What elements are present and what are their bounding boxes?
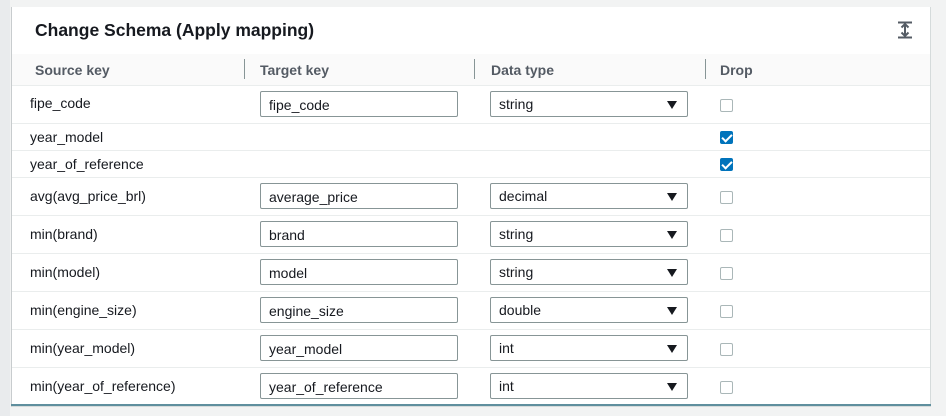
collapse-vertical-icon[interactable] — [897, 21, 913, 39]
target-key-input[interactable]: model — [260, 259, 458, 285]
source-key-cell: fipe_code — [30, 95, 91, 111]
data-type-value: int — [499, 340, 514, 356]
caret-down-icon — [667, 307, 677, 315]
drop-checkbox[interactable] — [720, 267, 733, 280]
column-resizer[interactable] — [244, 59, 245, 79]
panel-title: Change Schema (Apply mapping) — [35, 20, 315, 40]
table-row: avg(avg_price_brl) average_price decimal — [12, 178, 930, 216]
header-source-key: Source key — [35, 62, 110, 78]
table-row: year_of_reference — [12, 151, 930, 178]
data-type-select[interactable]: double — [490, 297, 688, 323]
table-row: min(engine_size) engine_size double — [12, 292, 930, 330]
source-key-cell: avg(avg_price_brl) — [30, 188, 146, 204]
data-type-value: decimal — [499, 188, 548, 204]
data-type-select[interactable]: string — [490, 221, 688, 247]
left-rail — [0, 0, 10, 416]
source-key-cell: min(brand) — [30, 226, 98, 242]
caret-down-icon — [667, 383, 677, 391]
column-resizer[interactable] — [705, 59, 706, 79]
target-key-input[interactable]: year_model — [260, 335, 458, 361]
target-key-input[interactable]: year_of_reference — [260, 373, 458, 399]
drop-checkbox[interactable] — [720, 99, 733, 112]
data-type-value: string — [499, 226, 534, 242]
header-target-key: Target key — [260, 62, 329, 78]
table-header: Source key Target key Data type Drop — [12, 54, 930, 86]
target-key-input[interactable]: fipe_code — [260, 91, 458, 117]
panel-header: Change Schema (Apply mapping) — [12, 7, 930, 55]
source-key-cell: min(year_of_reference) — [30, 378, 176, 394]
drop-checkbox[interactable] — [720, 131, 733, 144]
caret-down-icon — [667, 193, 677, 201]
data-type-select[interactable]: string — [490, 91, 688, 117]
source-key-cell: min(model) — [30, 264, 101, 280]
data-type-select[interactable]: string — [490, 259, 688, 285]
caret-down-icon — [667, 101, 677, 109]
checkmark-icon — [721, 158, 733, 170]
caret-down-icon — [667, 269, 677, 277]
source-key-cell: year_model — [30, 129, 104, 145]
table-row: min(brand) brand string — [12, 216, 930, 254]
table-row: min(model) model string — [12, 254, 930, 292]
drop-checkbox[interactable] — [720, 191, 733, 204]
drop-checkbox[interactable] — [720, 305, 733, 318]
data-type-value: int — [499, 378, 514, 394]
data-type-select[interactable]: int — [490, 373, 688, 399]
drop-checkbox[interactable] — [720, 343, 733, 356]
source-key-cell: year_of_reference — [30, 156, 144, 172]
change-schema-panel: Change Schema (Apply mapping) Source key… — [11, 7, 931, 407]
data-type-select[interactable]: int — [490, 335, 688, 361]
table-row: fipe_code fipe_code string — [12, 86, 930, 124]
source-key-cell: min(engine_size) — [30, 302, 137, 318]
column-resizer[interactable] — [474, 59, 475, 79]
target-key-input[interactable]: engine_size — [260, 297, 458, 323]
caret-down-icon — [667, 231, 677, 239]
table-row: min(year_of_reference) year_of_reference… — [12, 368, 930, 405]
data-type-value: double — [499, 302, 542, 318]
drop-checkbox[interactable] — [720, 381, 733, 394]
drop-checkbox[interactable] — [720, 229, 733, 242]
header-drop: Drop — [720, 62, 753, 78]
drop-checkbox[interactable] — [720, 158, 733, 171]
panel-focus-border — [11, 404, 931, 406]
target-key-input[interactable]: average_price — [260, 183, 458, 209]
target-key-input[interactable]: brand — [260, 221, 458, 247]
page-frame: Change Schema (Apply mapping) Source key… — [0, 0, 946, 416]
data-type-value: string — [499, 96, 534, 112]
table-row: year_model — [12, 124, 930, 151]
data-type-select[interactable]: decimal — [490, 183, 688, 209]
caret-down-icon — [667, 345, 677, 353]
header-data-type: Data type — [491, 62, 555, 78]
source-key-cell: min(year_model) — [30, 340, 136, 356]
table-row: min(year_model) year_model int — [12, 330, 930, 368]
data-type-value: string — [499, 264, 534, 280]
checkmark-icon — [721, 131, 733, 143]
